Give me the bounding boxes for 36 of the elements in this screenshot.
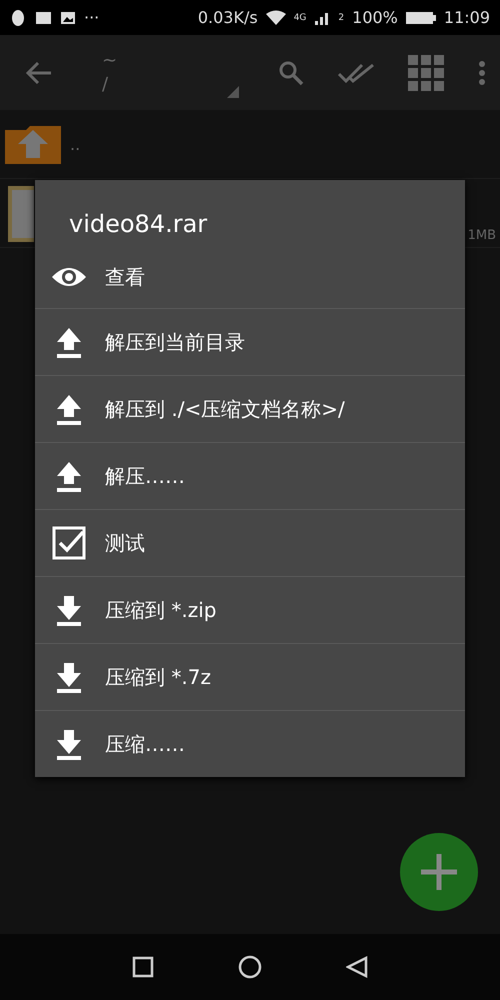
menu-item[interactable]: 压缩到 *.zip: [35, 576, 465, 643]
menu-item[interactable]: 解压到 ./<压缩文档名称>/: [35, 375, 465, 442]
recents-icon[interactable]: [132, 956, 154, 978]
search-icon[interactable]: [278, 60, 304, 86]
menu-item[interactable]: 查看: [35, 246, 465, 308]
dialog-title: video84.rar: [68, 209, 208, 240]
menu-item[interactable]: 解压……: [35, 442, 465, 509]
folder-up-icon: [4, 124, 62, 164]
network-type: 4G: [294, 12, 306, 22]
menu-item[interactable]: 解压到当前目录: [35, 308, 465, 375]
path-root: /: [102, 72, 110, 96]
plus-icon: [421, 854, 457, 890]
menu-item[interactable]: 压缩……: [35, 710, 465, 777]
sim-number: 2: [338, 12, 344, 22]
back-icon[interactable]: [346, 956, 368, 978]
overflow-menu-icon[interactable]: [478, 60, 486, 86]
network-speed: 0.03K/s: [198, 8, 258, 27]
battery-icon: [406, 10, 436, 24]
grid-icon[interactable]: [408, 54, 444, 90]
clock: 11:09: [444, 8, 490, 27]
more-notifications: ···: [84, 8, 100, 27]
wifi-icon: [266, 10, 286, 26]
menu-item[interactable]: 测试: [35, 509, 465, 576]
path-home: ~: [102, 49, 118, 72]
home-icon[interactable]: [238, 955, 262, 979]
eye-icon: [51, 265, 87, 289]
back-arrow-icon[interactable]: [26, 62, 52, 84]
checkbox-icon: [51, 525, 87, 561]
double-check-icon[interactable]: [338, 62, 374, 84]
file-size: 1MB: [468, 228, 496, 243]
signal-icon: [314, 10, 330, 24]
menu-item[interactable]: 压缩到 *.7z: [35, 643, 465, 710]
image-icon: [60, 10, 76, 24]
dropdown-triangle-icon[interactable]: [227, 86, 240, 98]
battery-percent: 100%: [352, 8, 398, 27]
file-name: ..: [70, 134, 80, 154]
